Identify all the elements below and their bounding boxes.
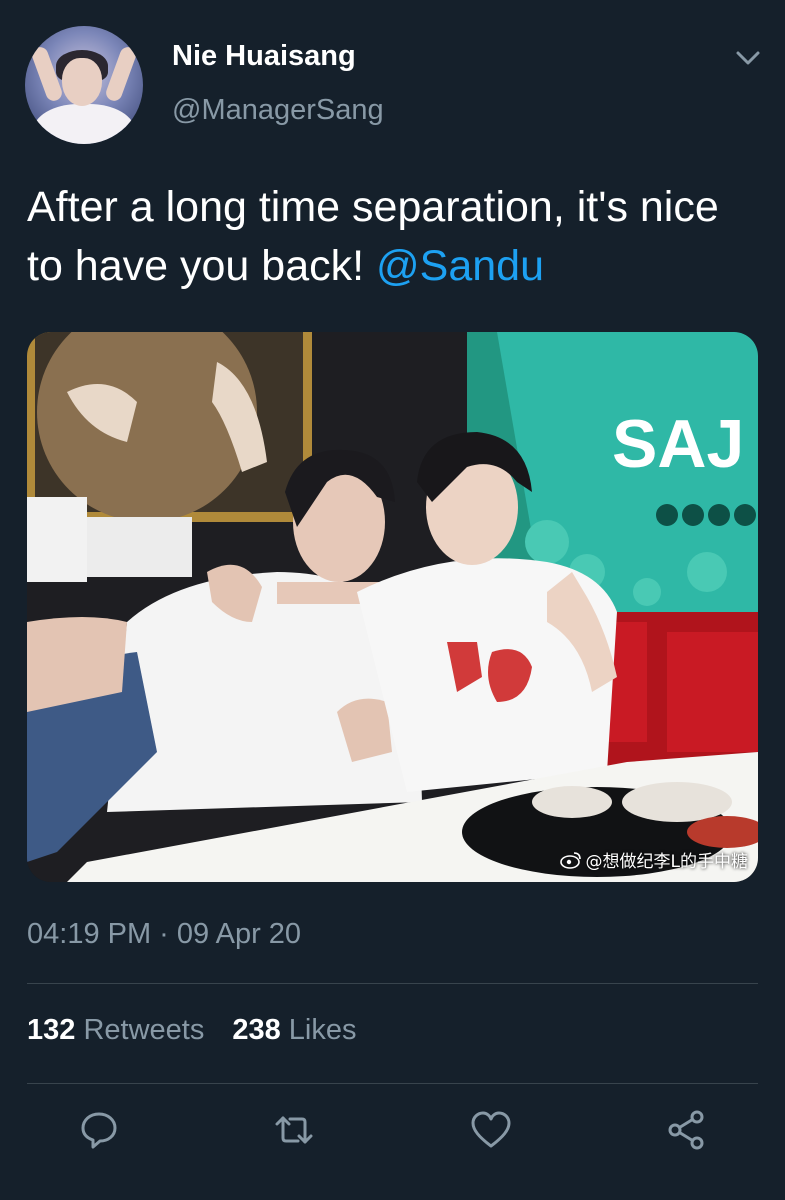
tweet-photo[interactable]: SAJ @想做纪李L的手中糖 xyxy=(27,332,758,882)
chevron-down-icon[interactable] xyxy=(730,40,766,76)
reply-icon[interactable] xyxy=(77,1108,121,1152)
avatar-face xyxy=(62,58,102,106)
photo-illustration: SAJ xyxy=(27,332,758,882)
retweets-stat[interactable]: 132 Retweets xyxy=(27,1014,204,1047)
likes-label: Likes xyxy=(288,1014,357,1046)
retweets-label: Retweets xyxy=(83,1014,205,1046)
tweet-timestamp[interactable]: 04:19 PM · 09 Apr 20 xyxy=(27,918,301,951)
sign-text: SAJ xyxy=(612,406,744,482)
mention-link[interactable]: @Sandu xyxy=(376,242,544,290)
tweet-text: After a long time separation, it's nice … xyxy=(27,178,757,296)
weibo-logo-icon xyxy=(559,851,582,869)
heart-icon[interactable] xyxy=(469,1108,513,1152)
author-display-name[interactable]: Nie Huaisang xyxy=(172,40,356,73)
action-bar xyxy=(0,1108,785,1158)
author-handle[interactable]: @ManagerSang xyxy=(172,94,384,127)
share-icon[interactable] xyxy=(665,1108,709,1152)
retweet-icon[interactable] xyxy=(272,1108,316,1152)
author-avatar[interactable] xyxy=(25,26,143,144)
likes-stat[interactable]: 238 Likes xyxy=(232,1014,356,1047)
watermark-text: @想做纪李L的手中糖 xyxy=(585,852,748,872)
avatar-shirt xyxy=(33,104,135,144)
tweet-stats: 132 Retweets 238 Likes xyxy=(27,1014,357,1047)
photo-watermark: @想做纪李L的手中糖 xyxy=(559,847,748,872)
likes-count: 238 xyxy=(232,1014,281,1046)
avatar-arm xyxy=(103,44,139,104)
divider xyxy=(27,1083,758,1084)
divider xyxy=(27,983,758,984)
retweets-count: 132 xyxy=(27,1014,76,1046)
tweet-body-text: After a long time separation, it's nice … xyxy=(27,183,719,290)
